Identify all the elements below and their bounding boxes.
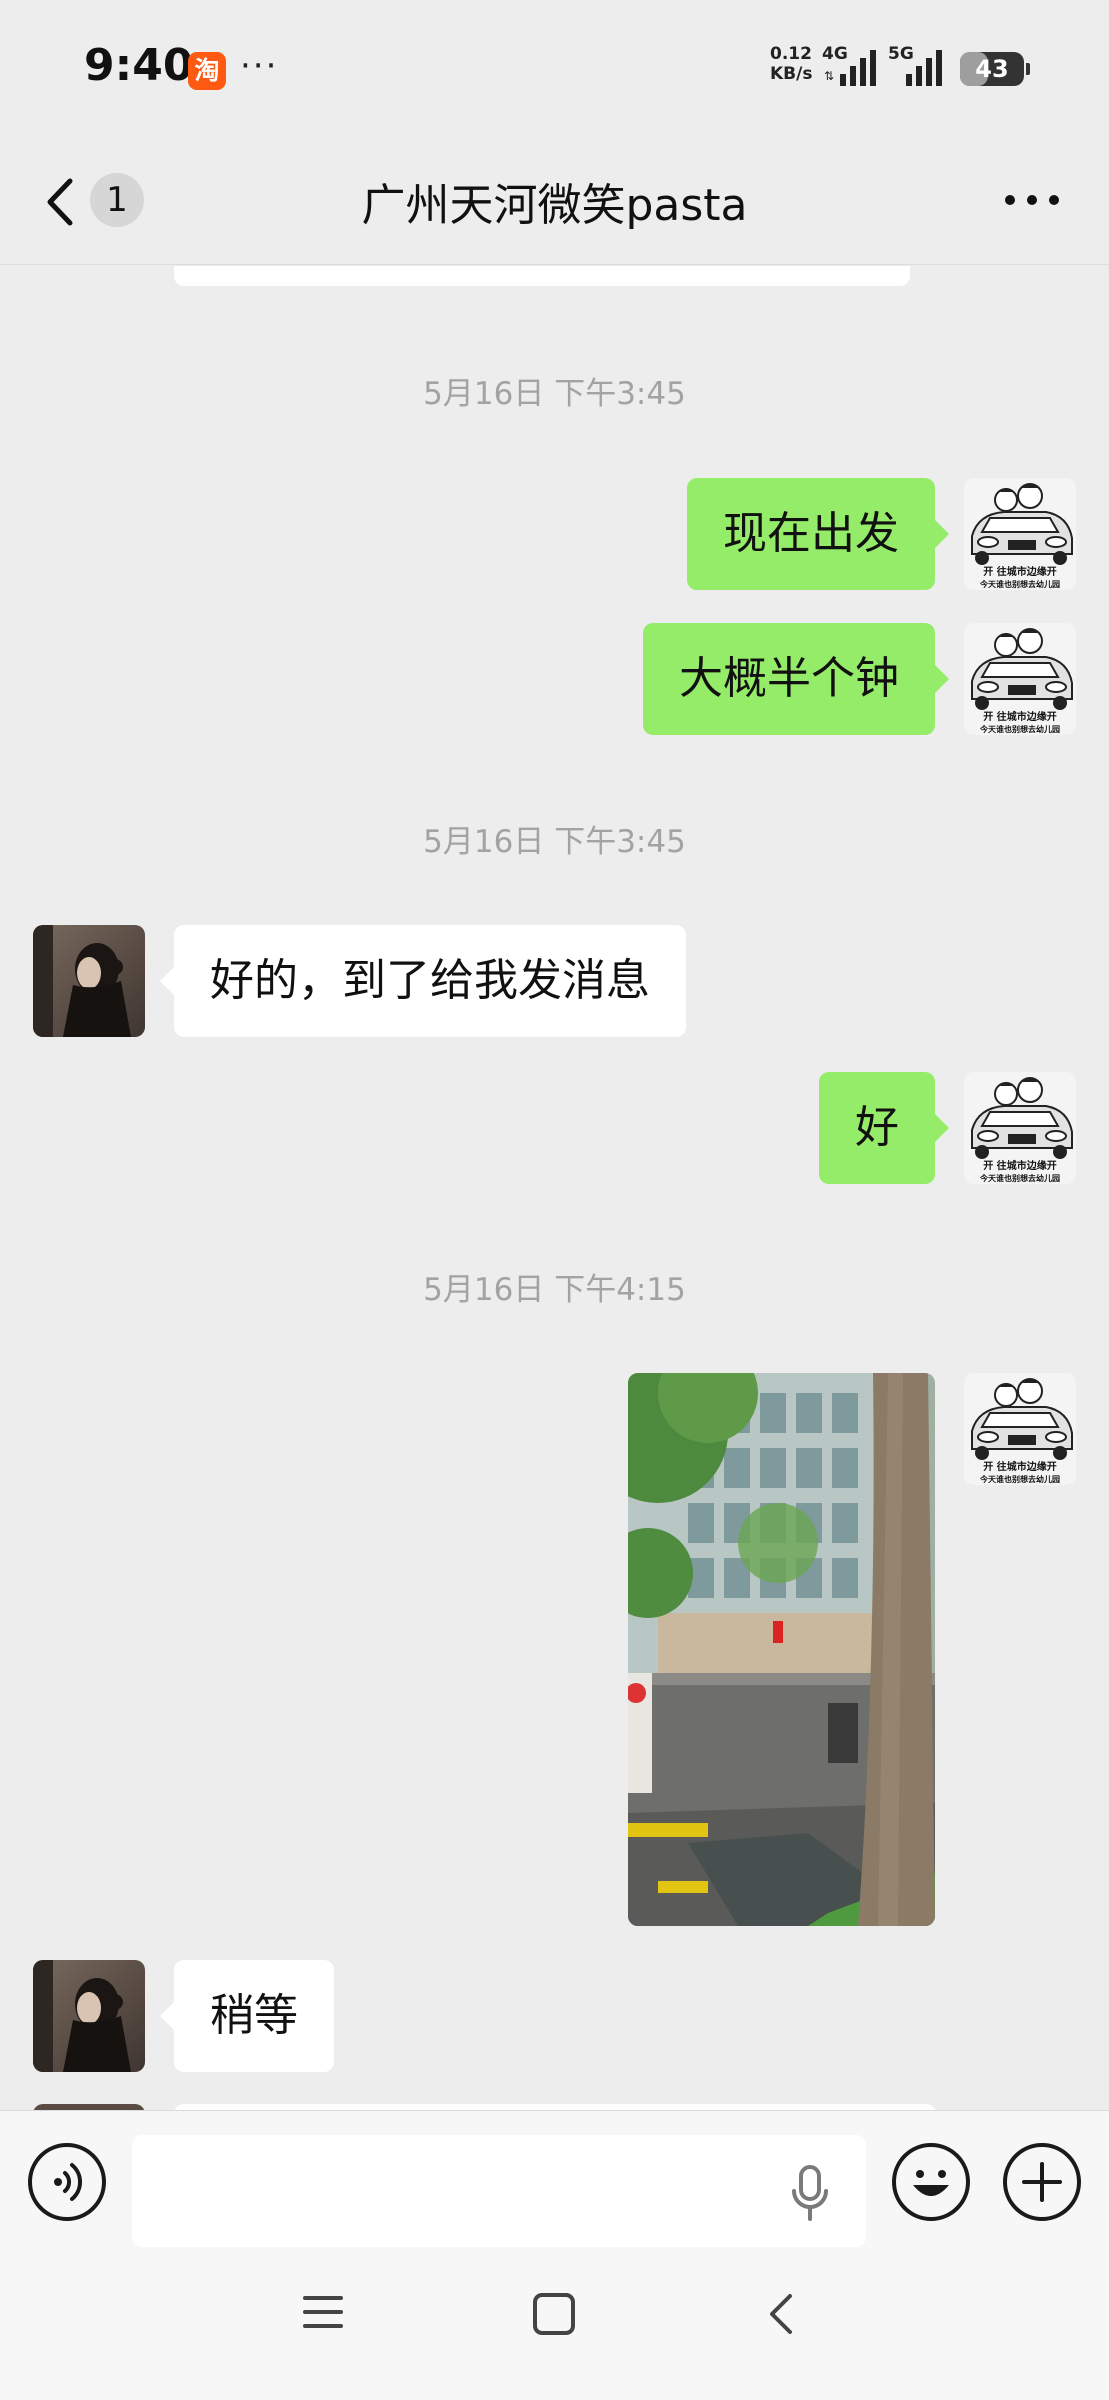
chat-title: 广州天河微笑pasta <box>361 180 748 231</box>
contact-portrait-image <box>33 1960 145 2072</box>
car-meme-avatar-image: 开 往城市边缘开 今天谁也别想去幼儿园 <box>964 478 1076 590</box>
my-avatar[interactable]: 开 往城市边缘开 今天谁也别想去幼儿园 <box>964 478 1076 590</box>
chat-header: 1 广州天河微笑pasta <box>0 135 1109 265</box>
status-bar: 9:40 淘 ··· 0.12 KB/s 4G ⇅ 5G 43 <box>0 0 1109 135</box>
status-time: 9:40 <box>84 40 194 91</box>
their-message-bubble[interactable]: 好的，到了给我发消息 <box>160 925 686 1037</box>
my-avatar[interactable]: 开 往城市边缘开 今天谁也别想去幼儿园 <box>964 623 1076 735</box>
sim1-network-tag: 4G <box>822 44 848 64</box>
my-message-bubble[interactable]: 大概半个钟 <box>643 623 949 735</box>
emoji-icon <box>913 2170 949 2196</box>
sim2-signal: 5G <box>888 42 950 94</box>
input-bar <box>0 2110 1109 2250</box>
sim1-signal: 4G ⇅ <box>822 42 884 94</box>
contact-portrait-image <box>33 925 145 1037</box>
contact-avatar[interactable] <box>33 1960 145 2072</box>
my-message-bubble[interactable]: 现在出发 <box>687 478 949 590</box>
plus-icon <box>1022 2162 1062 2202</box>
svg-text:今天谁也别想去幼儿园: 今天谁也别想去幼儿园 <box>979 724 1060 734</box>
sim2-network-tag: 5G <box>888 44 914 64</box>
battery-level: 43 <box>975 55 1009 83</box>
their-message-bubble[interactable]: 稍等 <box>160 1960 334 2072</box>
contact-avatar[interactable] <box>33 925 145 1037</box>
menu-button[interactable] <box>302 2292 344 2336</box>
voice-mode-icon <box>54 2163 83 2201</box>
svg-text:今天谁也别想去幼儿园: 今天谁也别想去幼儿园 <box>979 579 1060 589</box>
more-dots-icon <box>1005 195 1059 205</box>
taobao-app-icon: 淘 <box>188 52 226 90</box>
system-back-button[interactable] <box>766 2292 796 2340</box>
more-options-button[interactable] <box>1000 175 1064 225</box>
network-speed: 0.12 KB/s <box>770 44 812 84</box>
timestamp: 5月16日 下午3:45 <box>423 824 686 860</box>
emoji-button[interactable] <box>892 2143 970 2221</box>
sent-photo[interactable] <box>628 1373 935 1926</box>
my-message-bubble[interactable]: 好 <box>819 1072 949 1184</box>
previous-message-bubble[interactable] <box>174 266 910 286</box>
message-input[interactable] <box>132 2135 866 2247</box>
back-triangle-icon <box>770 2294 792 2334</box>
car-meme-avatar-image: 开 往城市边缘开 今天谁也别想去幼儿园 <box>964 1373 1076 1485</box>
back-button[interactable]: 1 <box>36 165 156 235</box>
svg-text:⇅: ⇅ <box>824 69 834 83</box>
my-avatar[interactable]: 开 往城市边缘开 今天谁也别想去幼儿园 <box>964 1373 1076 1485</box>
car-meme-avatar-image: 开 往城市边缘开 今天谁也别想去幼儿园 <box>964 1072 1076 1184</box>
my-avatar[interactable]: 开 往城市边缘开 今天谁也别想去幼儿园 <box>964 1072 1076 1184</box>
svg-text:今天谁也别想去幼儿园: 今天谁也别想去幼儿园 <box>979 1173 1060 1183</box>
more-functions-button[interactable] <box>1003 2143 1081 2221</box>
voice-mode-button[interactable] <box>28 2143 106 2221</box>
unread-count-badge: 1 <box>90 173 144 227</box>
menu-icon <box>303 2296 343 2328</box>
home-button[interactable] <box>532 2292 576 2340</box>
timestamp: 5月16日 下午4:15 <box>423 1272 686 1308</box>
street-photo-image <box>628 1373 935 1926</box>
system-navigation-bar <box>0 2250 1109 2400</box>
network-speed-unit: KB/s <box>770 64 813 84</box>
car-meme-avatar-image: 开 往城市边缘开 今天谁也别想去幼儿园 <box>964 623 1076 735</box>
svg-text:开 往城市边缘开: 开 往城市边缘开 <box>983 710 1056 723</box>
svg-text:开 往城市边缘开: 开 往城市边缘开 <box>983 1159 1056 1172</box>
microphone-icon <box>792 2165 828 2221</box>
message-list[interactable]: 5月16日 下午3:45 现在出发 开 往城市边缘开 今天谁也别想去幼儿园 大概… <box>0 266 1109 2110</box>
svg-text:开 往城市边缘开: 开 往城市边缘开 <box>983 1460 1056 1473</box>
more-notifications-icon: ··· <box>240 46 279 86</box>
timestamp: 5月16日 下午3:45 <box>423 376 686 412</box>
network-speed-value: 0.12 <box>770 44 812 64</box>
home-square-icon <box>533 2293 575 2335</box>
chevron-left-icon <box>47 178 73 226</box>
voice-input-button[interactable] <box>790 2165 830 2225</box>
battery-icon: 43 <box>960 52 1030 86</box>
svg-text:今天谁也别想去幼儿园: 今天谁也别想去幼儿园 <box>979 1474 1060 1484</box>
svg-text:开 往城市边缘开: 开 往城市边缘开 <box>983 565 1056 578</box>
